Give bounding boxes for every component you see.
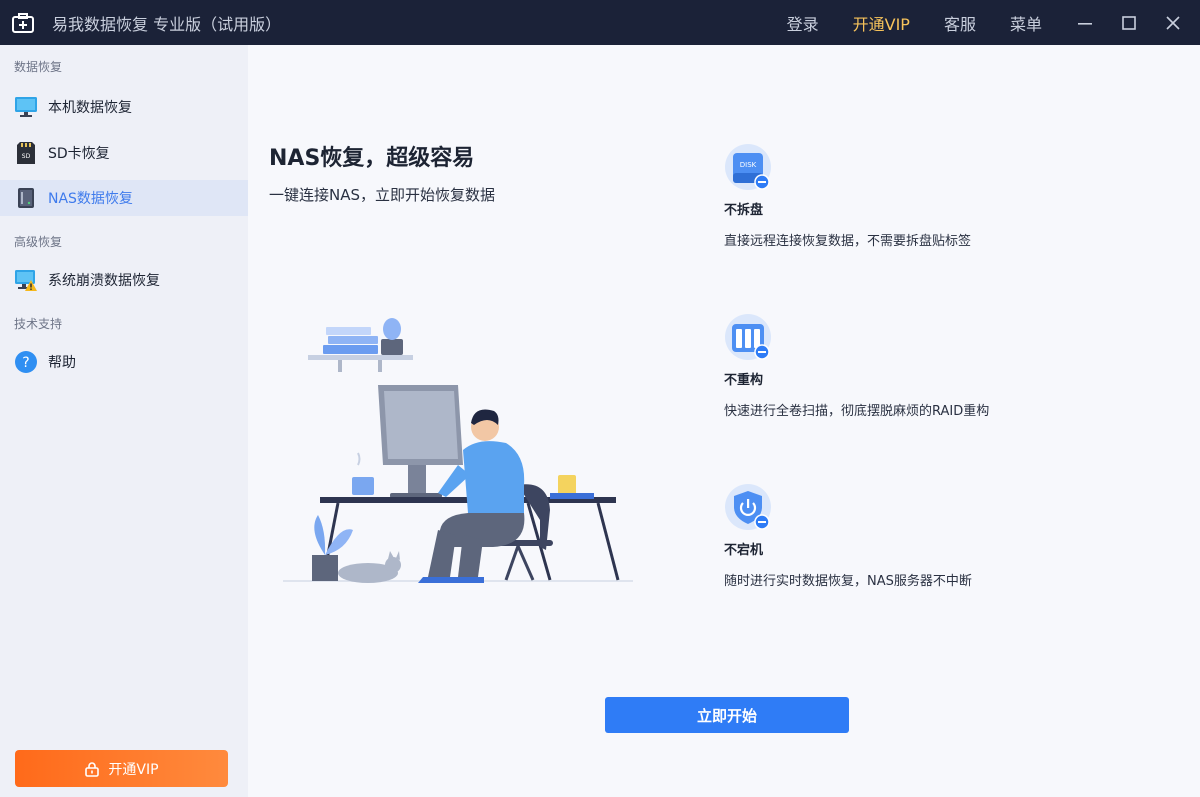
vip-link[interactable]: 开通VIP (853, 11, 910, 35)
sd-card-icon: SD (14, 141, 38, 165)
minimize-icon (1078, 22, 1092, 25)
raid-icon (724, 313, 774, 363)
feature-title: 不宕机 (724, 543, 764, 558)
person-at-desk-illustration (283, 318, 633, 583)
help-icon: ? (14, 350, 38, 374)
minimize-button[interactable] (1072, 10, 1098, 36)
feature-desc: 快速进行全卷扫描，彻底摆脱麻烦的RAID重构 (724, 404, 990, 419)
close-icon (1166, 15, 1180, 30)
customer-service-link[interactable]: 客服 (944, 11, 976, 35)
maximize-button[interactable] (1116, 10, 1142, 36)
start-now-button[interactable]: 立即开始 (605, 697, 849, 733)
feature-desc: 直接远程连接恢复数据，不需要拆盘贴标签 (724, 234, 972, 249)
nas-icon (14, 186, 38, 210)
start-button-label: 立即开始 (696, 706, 757, 725)
sidebar-item-system-crash[interactable]: 系统崩溃数据恢复 (0, 262, 248, 298)
svg-text:?: ? (22, 355, 29, 371)
disk-icon: DISK (724, 143, 774, 193)
sidebar-item-label: 帮助 (48, 355, 76, 371)
sidebar-vip-button[interactable]: 开通VIP (15, 750, 228, 787)
section-label-advanced-recovery: 高级恢复 (14, 235, 63, 249)
title-bar: 易我数据恢复 专业版（试用版） 登录 开通VIP 客服 菜单 (0, 0, 1200, 45)
section-label-data-recovery: 数据恢复 (14, 60, 63, 74)
sidebar-item-help[interactable]: ? 帮助 (0, 344, 248, 380)
lock-icon (85, 761, 100, 777)
feature-title: 不重构 (724, 373, 764, 388)
menu-link[interactable]: 菜单 (1010, 11, 1042, 35)
system-crash-icon (14, 268, 38, 292)
app-title: 易我数据恢复 专业版（试用版） (52, 14, 282, 34)
feature-desc: 随时进行实时数据恢复，NAS服务器不中断 (724, 574, 972, 589)
feature-title: 不拆盘 (724, 203, 764, 218)
vip-button-label: 开通VIP (108, 761, 159, 778)
feature-no-downtime: 不宕机 随时进行实时数据恢复，NAS服务器不中断 (724, 483, 1164, 589)
maximize-icon (1122, 15, 1136, 30)
page-subtitle: 一键连接NAS，立即开始恢复数据 (269, 186, 496, 204)
disk-icon-label: DISK (740, 161, 757, 169)
svg-text:SD: SD (22, 153, 31, 160)
sidebar: 数据恢复 本机数据恢复 SD SD卡恢复 NAS数据恢复 高级恢复 系统崩溃数据… (0, 45, 248, 797)
sidebar-item-nas-recovery[interactable]: NAS数据恢复 (0, 180, 248, 216)
sidebar-item-label: NAS数据恢复 (48, 191, 133, 207)
sidebar-item-local-recovery[interactable]: 本机数据恢复 (0, 89, 248, 125)
main-panel: NAS恢复，超级容易 一键连接NAS，立即开始恢复数据 DISK 不拆盘 直接远… (248, 45, 1200, 797)
power-shield-icon (724, 483, 774, 533)
feature-no-rebuild: 不重构 快速进行全卷扫描，彻底摆脱麻烦的RAID重构 (724, 313, 1164, 419)
section-label-tech-support: 技术支持 (14, 317, 63, 331)
app-logo-icon (12, 12, 34, 34)
page-title: NAS恢复，超级容易 (269, 146, 475, 171)
sidebar-item-label: 系统崩溃数据恢复 (48, 273, 160, 289)
sidebar-item-label: 本机数据恢复 (48, 100, 132, 116)
monitor-icon (14, 95, 38, 119)
sidebar-item-sd-card[interactable]: SD SD卡恢复 (0, 135, 248, 171)
login-link[interactable]: 登录 (787, 11, 819, 35)
feature-no-disassembly: DISK 不拆盘 直接远程连接恢复数据，不需要拆盘贴标签 (724, 143, 1164, 249)
sidebar-item-label: SD卡恢复 (48, 146, 110, 162)
close-button[interactable] (1160, 10, 1186, 36)
nas-illustration (278, 315, 638, 590)
